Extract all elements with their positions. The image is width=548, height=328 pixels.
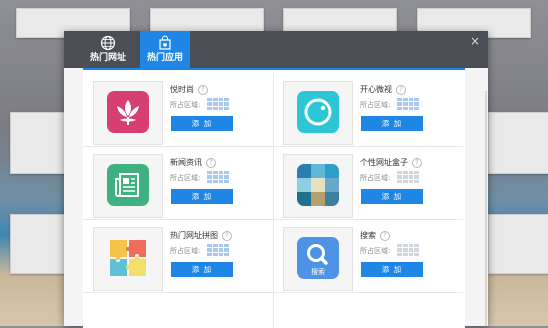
app-title: 开心微视? bbox=[360, 84, 406, 95]
region-grid-icon bbox=[207, 98, 229, 110]
add-button[interactable]: 添 加 bbox=[361, 262, 423, 277]
color-grid-icon bbox=[297, 164, 339, 206]
app-name: 搜索 bbox=[360, 231, 376, 240]
region-grid-icon bbox=[397, 98, 419, 110]
app-card: 开心微视? 所占区域: 添 加 bbox=[273, 74, 463, 147]
app-name: 热门网址拼图 bbox=[170, 231, 218, 240]
scrollbar[interactable] bbox=[485, 91, 487, 326]
region-grid-icon bbox=[207, 244, 229, 256]
region-label: 所占区域: bbox=[360, 247, 391, 255]
puzzle-icon bbox=[107, 237, 149, 279]
app-card: 热门网址拼图? 所占区域: 添 加 bbox=[83, 220, 274, 293]
region-label: 所占区域: bbox=[360, 174, 391, 182]
globe-icon bbox=[100, 35, 116, 51]
app-name: 悦时尚 bbox=[170, 85, 194, 94]
help-icon[interactable]: ? bbox=[412, 157, 422, 168]
app-title: 个性网址盒子? bbox=[360, 157, 422, 168]
dialog-header: 热门网址 热门应用 × bbox=[64, 31, 488, 68]
help-icon[interactable]: ? bbox=[396, 84, 406, 95]
region-label: 所占区域: bbox=[170, 101, 201, 109]
region-grid-icon bbox=[397, 171, 419, 183]
help-icon[interactable]: ? bbox=[206, 157, 216, 168]
search-icon-text: 搜索 bbox=[311, 267, 325, 276]
tab-label: 热门网址 bbox=[89, 53, 126, 63]
help-icon[interactable]: ? bbox=[222, 230, 232, 241]
region-grid-icon bbox=[397, 244, 419, 256]
apps-panel: 悦时尚? 所占区域: 添 加 开心微视? 所占区域: 添 加 新闻资讯 ? 所占… bbox=[83, 68, 465, 328]
tab-label: 热门应用 bbox=[146, 53, 183, 63]
app-name: 个性网址盒子 bbox=[360, 158, 408, 167]
tab-hot-websites[interactable]: 热门网址 bbox=[83, 31, 133, 68]
add-button[interactable]: 添 加 bbox=[361, 189, 423, 204]
app-card: 个性网址盒子? 所占区域: 添 加 bbox=[273, 147, 463, 220]
app-name: 开心微视 bbox=[360, 85, 392, 94]
add-button[interactable]: 添 加 bbox=[171, 189, 233, 204]
app-card: 悦时尚? 所占区域: 添 加 bbox=[83, 74, 274, 147]
region-label: 所占区域: bbox=[170, 174, 201, 182]
app-title: 悦时尚? bbox=[170, 84, 208, 95]
app-thumbnail bbox=[93, 154, 163, 218]
app-name: 新闻资讯 bbox=[170, 158, 202, 167]
app-title: 搜索? bbox=[360, 230, 390, 241]
background-tile bbox=[488, 214, 548, 274]
background-tile bbox=[10, 214, 66, 274]
add-button[interactable]: 添 加 bbox=[171, 262, 233, 277]
app-thumbnail: 搜索 bbox=[283, 227, 353, 291]
app-card-partial bbox=[83, 293, 274, 328]
app-thumbnail bbox=[283, 81, 353, 145]
region-label: 所占区域: bbox=[360, 101, 391, 109]
help-icon[interactable]: ? bbox=[380, 230, 390, 241]
background-tile bbox=[10, 112, 66, 174]
app-card-partial bbox=[273, 293, 463, 328]
app-title: 热门网址拼图? bbox=[170, 230, 232, 241]
app-card: 新闻资讯? 所占区域: 添 加 bbox=[83, 147, 274, 220]
help-icon[interactable]: ? bbox=[198, 84, 208, 95]
app-card: 搜索 搜索? 所占区域: 添 加 bbox=[273, 220, 463, 293]
region-grid-icon bbox=[207, 171, 229, 183]
shopping-bag-icon bbox=[159, 35, 171, 50]
close-icon[interactable]: × bbox=[470, 35, 480, 47]
tab-hot-apps[interactable]: 热门应用 bbox=[140, 31, 190, 68]
app-thumbnail bbox=[283, 154, 353, 218]
background-tile bbox=[488, 112, 548, 174]
app-title: 新闻资讯? bbox=[170, 157, 216, 168]
region-label: 所占区域: bbox=[170, 247, 201, 255]
add-button[interactable]: 添 加 bbox=[361, 116, 423, 131]
app-store-dialog: 热门网址 热门应用 × 悦时尚 ? 所占区域: 添 加 开心微视 ? 所占区域:… bbox=[64, 31, 488, 328]
app-thumbnail bbox=[93, 227, 163, 291]
search-icon: 搜索 bbox=[297, 237, 339, 279]
lotus-icon bbox=[107, 91, 149, 133]
camera-lens-icon bbox=[297, 91, 339, 133]
app-thumbnail bbox=[93, 81, 163, 145]
newspaper-icon bbox=[107, 164, 149, 206]
add-button[interactable]: 添 加 bbox=[171, 116, 233, 131]
